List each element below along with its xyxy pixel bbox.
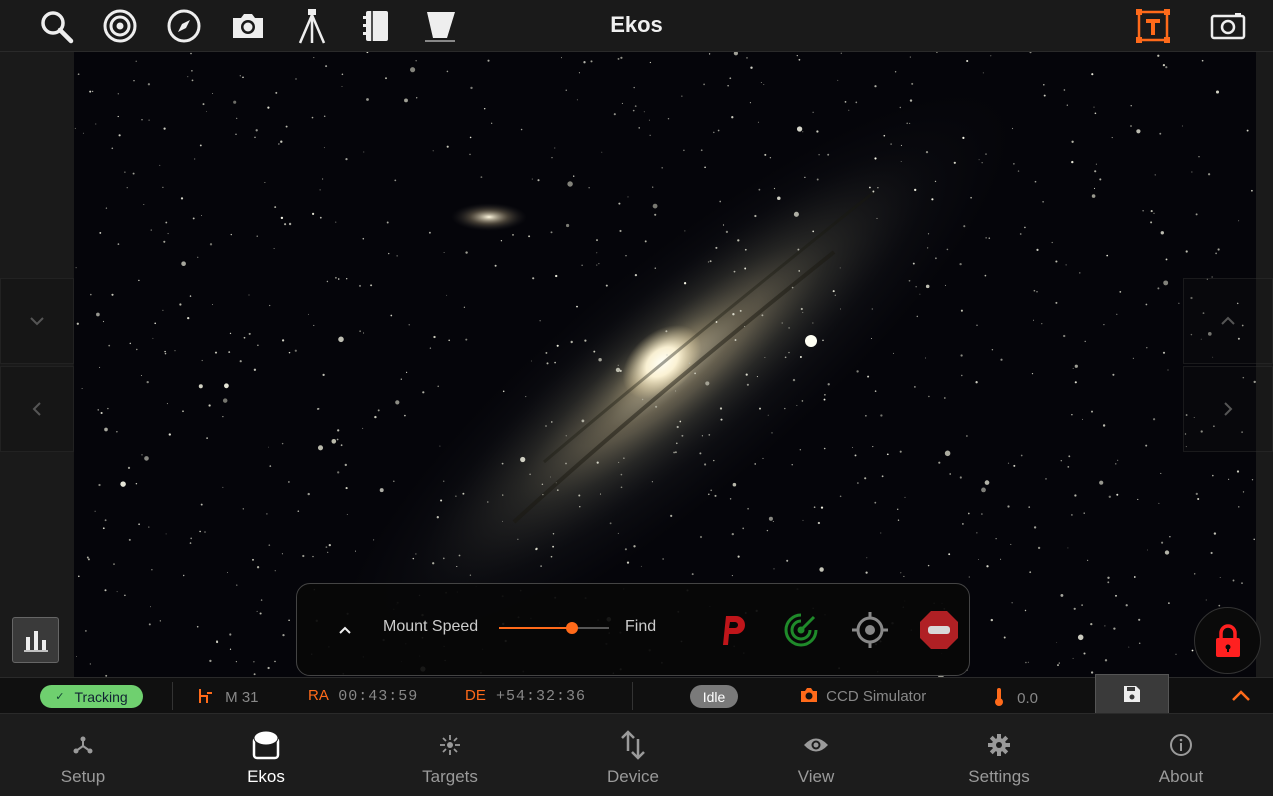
lock-button[interactable] xyxy=(1194,607,1261,674)
setup-icon xyxy=(73,736,93,754)
idle-status-badge: Idle xyxy=(690,685,738,708)
temperature-info: 0.0 xyxy=(993,687,1038,707)
histogram-button[interactable] xyxy=(12,617,59,663)
park-button[interactable] xyxy=(710,608,754,652)
tracking-button[interactable] xyxy=(779,608,823,652)
slider-fill xyxy=(499,627,572,629)
nav-about[interactable]: About xyxy=(1101,714,1261,796)
text-overlay-icon[interactable] xyxy=(1133,6,1173,46)
about-icon xyxy=(1170,734,1192,756)
tracking-radar-icon xyxy=(784,613,818,647)
search-icon[interactable] xyxy=(36,6,76,46)
mount-speed-value: Find xyxy=(625,618,657,635)
flat-panel-icon[interactable] xyxy=(420,6,460,46)
tracking-label: Tracking xyxy=(74,688,128,705)
ra-label: RA xyxy=(308,687,329,704)
nav-label: Setup xyxy=(60,767,106,786)
status-bar: ✓ Tracking M 31 RA 00:43:59 DE +54:32:36… xyxy=(0,674,1273,714)
camera-icon[interactable] xyxy=(228,6,268,46)
bottom-navigation: Setup Ekos Targets Device View Settings … xyxy=(0,713,1273,796)
chevron-left-icon xyxy=(32,402,41,416)
target-name: M 31 xyxy=(225,689,259,706)
target-info: M 31 xyxy=(197,687,259,706)
ra-value: 00:43:59 xyxy=(338,688,419,705)
nav-label: About xyxy=(1158,767,1204,786)
center-sync-button[interactable] xyxy=(848,608,892,652)
collapse-up-button[interactable] xyxy=(1183,278,1273,364)
ra-readout: RA 00:43:59 xyxy=(308,687,418,705)
thermometer-icon xyxy=(995,688,1003,706)
collapse-right-button[interactable] xyxy=(1183,366,1273,452)
screenshot-icon[interactable] xyxy=(1208,6,1248,46)
nav-label: View xyxy=(797,767,835,786)
nav-label: Settings xyxy=(968,767,1030,786)
collapse-down-button[interactable] xyxy=(0,278,74,364)
compass-icon[interactable] xyxy=(164,6,204,46)
camera-icon xyxy=(801,688,817,702)
nav-label: Targets xyxy=(422,767,478,786)
collapse-left-button[interactable] xyxy=(0,366,74,452)
mount-control-panel: Mount Speed Find xyxy=(296,583,970,676)
stop-icon xyxy=(920,611,958,649)
expand-log-button[interactable] xyxy=(1226,686,1256,706)
lock-icon xyxy=(1215,623,1240,657)
de-readout: DE +54:32:36 xyxy=(465,687,586,705)
mount-speed-label: Mount Speed xyxy=(383,618,479,635)
galaxy-m32 xyxy=(451,203,527,231)
nav-targets[interactable]: Targets xyxy=(370,714,530,796)
ekos-icon xyxy=(252,730,280,760)
nav-ekos[interactable]: Ekos xyxy=(186,714,346,796)
slider-handle[interactable] xyxy=(565,622,578,634)
nav-label: Device xyxy=(607,767,659,786)
park-icon xyxy=(723,616,745,645)
nav-setup[interactable]: Setup xyxy=(3,714,163,796)
chevron-up-icon xyxy=(1232,690,1250,701)
view-icon xyxy=(804,738,828,752)
tripod-icon[interactable] xyxy=(292,6,332,46)
de-label: DE xyxy=(465,687,486,704)
crosshair-icon xyxy=(852,612,888,648)
mount-speed-slider[interactable] xyxy=(499,617,609,639)
camera-name: CCD Simulator xyxy=(826,688,927,705)
abort-button[interactable] xyxy=(917,608,961,652)
tracking-status-badge[interactable]: ✓ Tracking xyxy=(40,685,143,708)
left-side-panel xyxy=(0,52,74,677)
targets-icon xyxy=(440,735,460,755)
nav-view[interactable]: View xyxy=(736,714,896,796)
de-value: +54:32:36 xyxy=(496,688,587,705)
target-icon[interactable] xyxy=(100,6,140,46)
nav-settings[interactable]: Settings xyxy=(919,714,1079,796)
save-button[interactable] xyxy=(1095,674,1169,714)
settings-icon xyxy=(988,734,1010,756)
bar-chart-icon xyxy=(23,631,48,652)
save-icon xyxy=(1124,686,1140,702)
divider xyxy=(632,682,633,710)
chevron-up-icon xyxy=(1221,316,1235,325)
chevron-down-icon xyxy=(30,317,44,326)
right-side-panel xyxy=(1256,52,1273,677)
device-icon xyxy=(621,730,645,760)
nav-device[interactable]: Device xyxy=(553,714,713,796)
top-toolbar: Ekos xyxy=(0,0,1273,52)
camera-info: CCD Simulator xyxy=(800,687,926,705)
notebook-icon[interactable] xyxy=(356,6,396,46)
chevron-right-icon xyxy=(1224,402,1233,416)
bright-star xyxy=(805,335,817,347)
chevron-up-icon xyxy=(339,626,351,634)
expand-mount-panel-button[interactable] xyxy=(332,617,358,643)
telescope-icon xyxy=(199,689,212,703)
nav-label: Ekos xyxy=(247,767,285,786)
temperature-value: 0.0 xyxy=(1017,690,1039,707)
divider xyxy=(172,682,173,710)
check-icon: ✓ xyxy=(55,691,65,703)
